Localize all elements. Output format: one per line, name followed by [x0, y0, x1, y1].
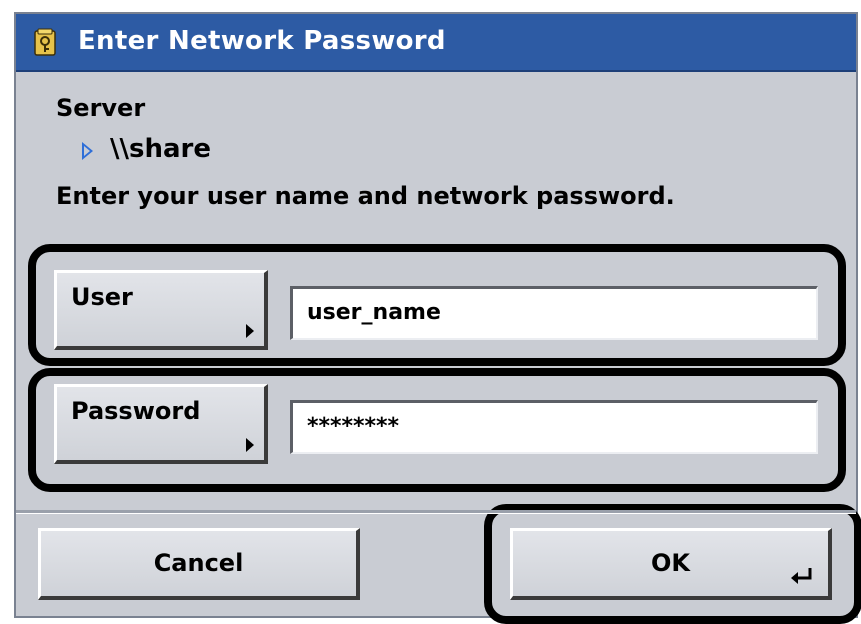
server-label: Server [56, 94, 146, 122]
play-arrow-icon [82, 142, 93, 160]
password-button[interactable]: Password [54, 384, 268, 464]
network-password-dialog: Enter Network Password Server \\share En… [14, 12, 861, 624]
triangle-right-icon [246, 438, 254, 452]
instruction-text: Enter your user name and network passwor… [56, 182, 675, 210]
user-button-label: User [71, 283, 133, 311]
dialog-title: Enter Network Password [78, 26, 446, 56]
divider [16, 510, 856, 514]
user-name-field[interactable]: user_name [290, 286, 818, 340]
folder-key-icon [34, 28, 56, 56]
password-field[interactable]: ******** [290, 400, 818, 454]
enter-key-icon [791, 568, 812, 584]
triangle-right-icon [246, 324, 254, 338]
ok-button[interactable]: OK [510, 528, 832, 600]
cancel-button[interactable]: Cancel [38, 528, 360, 600]
dialog-titlebar: Enter Network Password [16, 14, 856, 72]
ok-button-label: OK [651, 549, 690, 577]
user-button[interactable]: User [54, 270, 268, 350]
cancel-button-label: Cancel [153, 549, 244, 577]
server-path: \\share [110, 134, 211, 164]
password-button-label: Password [71, 397, 201, 425]
